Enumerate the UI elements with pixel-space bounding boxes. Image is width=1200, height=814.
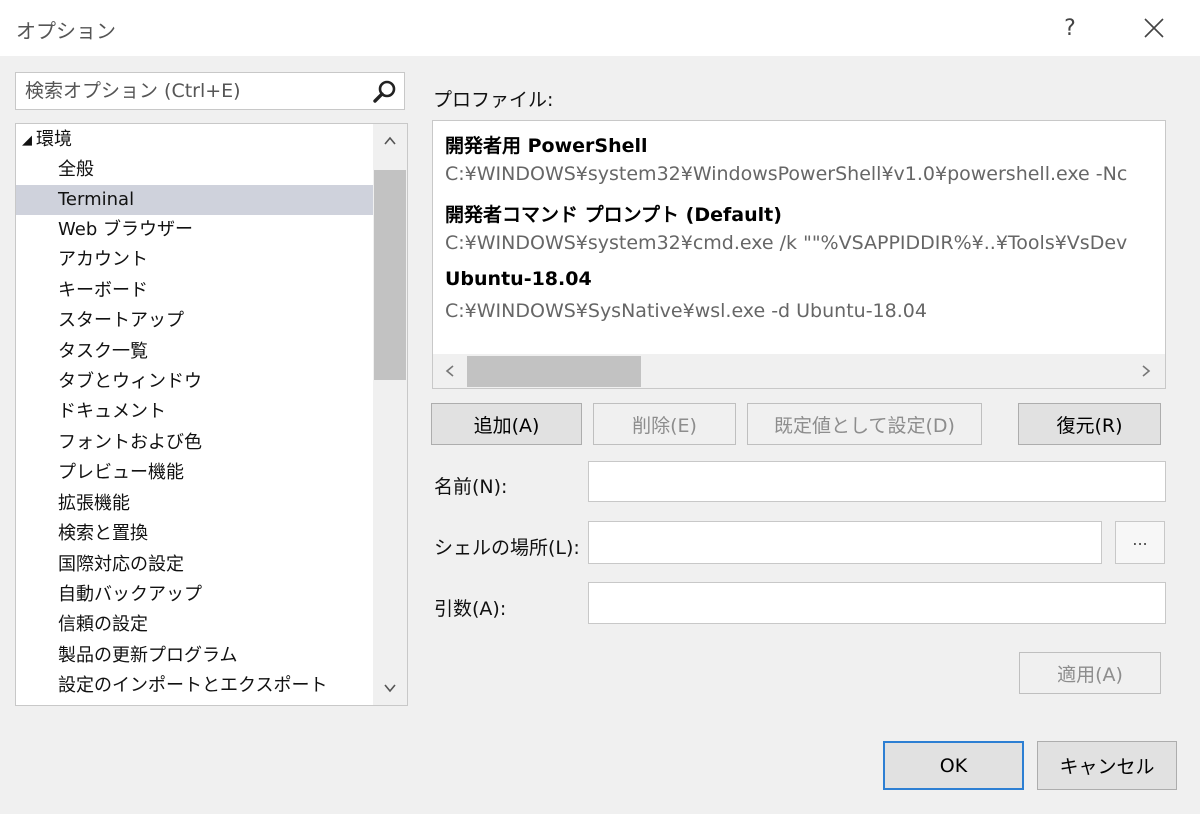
profile-path: C:¥WINDOWS¥system32¥cmd.exe /k ""%VSAPPI…: [445, 232, 1128, 254]
name-label: 名前(N):: [434, 476, 508, 498]
shell-location-label: シェルの場所(L):: [434, 537, 580, 559]
search-icon[interactable]: [372, 79, 398, 105]
tree-item-web-browser[interactable]: Web ブラウザー: [16, 215, 407, 245]
profile-name[interactable]: Ubuntu-18.04: [445, 268, 592, 290]
browse-button[interactable]: ...: [1115, 521, 1165, 564]
profiles-label: プロファイル:: [433, 89, 554, 111]
close-icon: [1144, 18, 1164, 38]
scroll-left-arrow-icon[interactable]: [443, 364, 457, 378]
tree-item-terminal[interactable]: Terminal: [16, 185, 407, 215]
delete-button[interactable]: 削除(E): [593, 403, 736, 445]
tree-item-import-export[interactable]: 設定のインポートとエクスポート: [16, 671, 407, 701]
profile-path: C:¥WINDOWS¥system32¥WindowsPowerShell¥v1…: [445, 163, 1128, 185]
tree-item-startup[interactable]: スタートアップ: [16, 306, 407, 336]
tree-item-keyboard[interactable]: キーボード: [16, 276, 407, 306]
scroll-right-arrow-icon[interactable]: [1139, 364, 1153, 378]
scroll-up-arrow-icon[interactable]: [383, 134, 397, 148]
scroll-down-arrow-icon[interactable]: [383, 681, 397, 695]
search-input[interactable]: [16, 73, 366, 109]
tree-item-preview-features[interactable]: プレビュー機能: [16, 458, 407, 488]
tree-item-general[interactable]: 全般: [16, 155, 407, 185]
arguments-label: 引数(A):: [434, 598, 507, 620]
cancel-button[interactable]: キャンセル: [1037, 741, 1177, 790]
search-box: [15, 72, 405, 110]
profile-path: C:¥WINDOWS¥SysNative¥wsl.exe -d Ubuntu-1…: [445, 300, 927, 322]
tree-item-extensions[interactable]: 拡張機能: [16, 489, 407, 519]
shell-location-field[interactable]: [588, 521, 1102, 564]
arguments-field[interactable]: [588, 582, 1166, 624]
tree-scrollbar[interactable]: [373, 124, 407, 705]
tree-item-documents[interactable]: ドキュメント: [16, 397, 407, 427]
help-icon: ?: [1064, 15, 1076, 41]
expand-triangle-icon[interactable]: ◢: [22, 126, 36, 156]
profiles-h-scrollbar[interactable]: [433, 354, 1165, 388]
name-field[interactable]: [588, 461, 1166, 502]
apply-button[interactable]: 適用(A): [1019, 652, 1161, 694]
tree-scroll-thumb[interactable]: [374, 170, 406, 380]
tree-item-environment[interactable]: ◢ 環境: [16, 125, 380, 155]
tree-item-task-list[interactable]: タスク一覧: [16, 337, 407, 367]
window-title: オプション: [16, 19, 116, 43]
profiles-list[interactable]: 開発者用 PowerShell C:¥WINDOWS¥system32¥Wind…: [432, 120, 1166, 389]
title-bar: オプション ?: [0, 0, 1200, 56]
tree-item-account[interactable]: アカウント: [16, 245, 407, 275]
tree-item-trust-settings[interactable]: 信頼の設定: [16, 610, 407, 640]
profile-name[interactable]: 開発者コマンド プロンプト (Default): [445, 200, 782, 227]
set-default-button[interactable]: 既定値として設定(D): [747, 403, 982, 445]
tree-item-international[interactable]: 国際対応の設定: [16, 550, 407, 580]
tree-item-autorecover[interactable]: 自動バックアップ: [16, 580, 407, 610]
restore-button[interactable]: 復元(R): [1018, 403, 1161, 445]
profiles-scroll-thumb[interactable]: [467, 356, 641, 387]
tree-item-label: 環境: [36, 129, 72, 150]
tree-item-fonts-colors[interactable]: フォントおよび色: [16, 428, 407, 458]
close-button[interactable]: [1124, 6, 1184, 50]
add-button[interactable]: 追加(A): [431, 403, 582, 445]
tree-item-product-updates[interactable]: 製品の更新プログラム: [16, 641, 407, 671]
ok-button[interactable]: OK: [883, 741, 1024, 790]
profile-name[interactable]: 開発者用 PowerShell: [445, 131, 648, 158]
tree-item-find-replace[interactable]: 検索と置換: [16, 519, 407, 549]
options-tree: ◢ 環境 全般 Terminal Web ブラウザー アカウント キーボード スタ…: [15, 123, 408, 706]
tree-item-tabs-windows[interactable]: タブとウィンドウ: [16, 367, 407, 397]
help-button[interactable]: ?: [1040, 6, 1100, 50]
